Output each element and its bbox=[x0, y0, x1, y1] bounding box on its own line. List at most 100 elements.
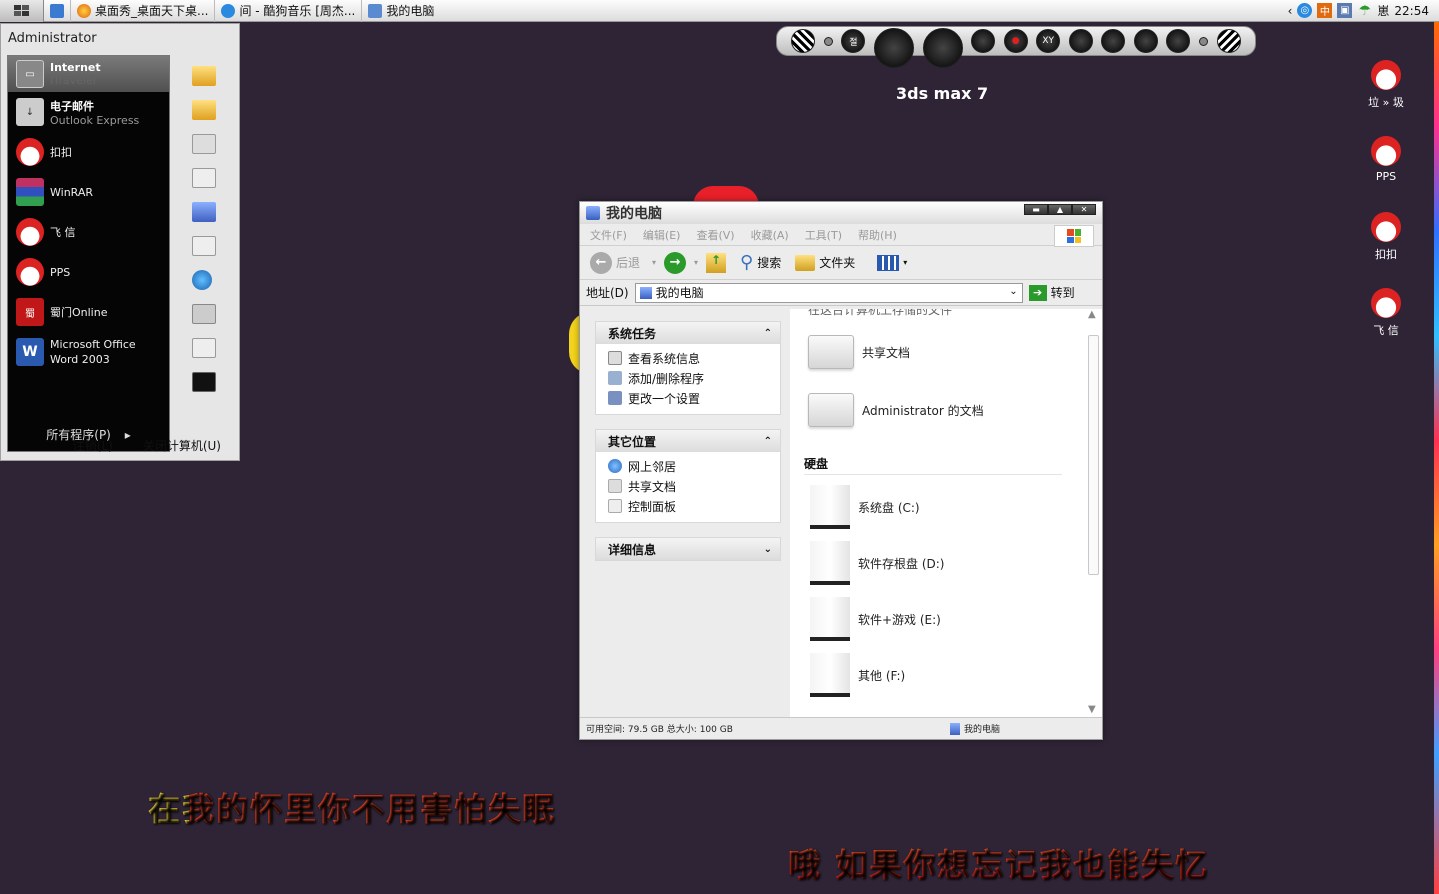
pictures-icon[interactable] bbox=[192, 134, 216, 154]
ime-network-icon[interactable]: ◎ bbox=[1297, 3, 1313, 18]
up-button[interactable]: ↑ bbox=[706, 252, 727, 273]
windows-logo-icon bbox=[13, 4, 29, 16]
taskbar-item-kugou[interactable]: 间 - 酷狗音乐 [周杰... bbox=[214, 0, 361, 22]
start-item-word[interactable]: W Microsoft Office Word 2003 bbox=[8, 332, 169, 372]
dock-icon-app2[interactable] bbox=[873, 28, 914, 68]
taskbar-item-label: 桌面秀_桌面天下桌... bbox=[95, 4, 209, 18]
task-change-setting[interactable]: 更改一个设置 bbox=[596, 388, 780, 408]
task-add-remove-programs[interactable]: 添加/删除程序 bbox=[596, 368, 780, 388]
start-button[interactable] bbox=[0, 0, 44, 22]
network-icon[interactable]: ▣ bbox=[1337, 3, 1353, 18]
dock-icon-app10[interactable] bbox=[1166, 29, 1191, 53]
start-item-shumen[interactable]: 蜀 蜀门Online bbox=[8, 292, 169, 332]
menu-tools[interactable]: 工具(T) bbox=[805, 227, 842, 243]
quicklaunch-ie[interactable] bbox=[44, 0, 70, 22]
place-control-panel[interactable]: 控制面板 bbox=[596, 496, 780, 516]
taskbar-item-mycomputer[interactable]: 我的电脑 bbox=[361, 0, 440, 22]
desktop-icon-recycle-bin[interactable]: 垃 » 圾 bbox=[1360, 60, 1412, 110]
drive-item[interactable]: 系统盘 (C:) bbox=[810, 485, 920, 529]
menu-edit[interactable]: 编辑(E) bbox=[643, 227, 681, 243]
chevron-down-icon[interactable]: ▾ bbox=[652, 258, 656, 267]
dock-icon-app8[interactable] bbox=[1101, 29, 1126, 53]
forward-button[interactable]: → ▾ bbox=[664, 251, 698, 274]
chevron-down-icon[interactable]: ⌄ bbox=[1009, 286, 1017, 297]
menu-favorites[interactable]: 收藏(A) bbox=[751, 227, 789, 243]
folders-button[interactable]: 文件夹 bbox=[795, 254, 855, 271]
taskbar-item-browser[interactable]: 桌面秀_桌面天下桌... bbox=[70, 0, 214, 22]
desktop-icon-pps[interactable]: PPS bbox=[1360, 136, 1412, 183]
dock-icon-app9[interactable] bbox=[1133, 29, 1158, 53]
dock-icon-zebra-right[interactable] bbox=[1216, 29, 1241, 53]
dock-hover-label: 3ds max 7 bbox=[896, 84, 989, 103]
drive-item[interactable]: 软件+游戏 (E:) bbox=[810, 597, 941, 641]
start-item-winrar[interactable]: WinRAR bbox=[8, 172, 169, 212]
start-item-qq[interactable]: 扣扣 bbox=[8, 132, 169, 172]
music-icon[interactable] bbox=[192, 168, 216, 188]
folder-icon bbox=[808, 335, 854, 369]
settings-icon bbox=[608, 391, 622, 405]
scroll-down-icon[interactable]: ▼ bbox=[1088, 704, 1096, 715]
dock-icon-app7[interactable] bbox=[1068, 29, 1093, 53]
desktop-icon-fetion[interactable]: 飞 信 bbox=[1360, 288, 1412, 338]
browser-icon: ▭ bbox=[16, 60, 44, 88]
control-panel-icon[interactable] bbox=[192, 236, 216, 256]
network-globe-icon[interactable] bbox=[192, 270, 212, 290]
address-input[interactable]: 我的电脑 ⌄ bbox=[634, 282, 1023, 303]
task-view-system-info[interactable]: 查看系统信息 bbox=[596, 348, 780, 368]
system-tasks-header[interactable]: 系统任务 ⌃ bbox=[596, 322, 780, 344]
umbrella-icon[interactable]: ☂ bbox=[1357, 3, 1372, 19]
clock[interactable]: 22:54 bbox=[1394, 4, 1429, 18]
logoff-button[interactable]: 注销(L) bbox=[73, 437, 113, 454]
file-item[interactable]: 共享文档 bbox=[808, 335, 910, 369]
collapse-icon[interactable]: ⌃ bbox=[764, 328, 772, 339]
dock-icon-app6[interactable]: XY bbox=[1036, 29, 1061, 53]
my-computer-icon[interactable] bbox=[192, 202, 216, 222]
go-button[interactable]: ➔ 转到 bbox=[1028, 284, 1075, 301]
ime-indicator[interactable]: 中 bbox=[1317, 3, 1333, 18]
start-item-internet[interactable]: ▭ Internet ITraveler bbox=[8, 56, 169, 92]
maximize-button[interactable]: ▲ bbox=[1048, 204, 1072, 215]
menu-file[interactable]: 文件(F) bbox=[590, 227, 627, 243]
run-command-icon[interactable] bbox=[192, 372, 216, 392]
chevron-left-icon[interactable]: ‹ bbox=[1288, 4, 1293, 18]
dock-icon-3dsmax[interactable] bbox=[922, 28, 963, 68]
start-item-fetion[interactable]: 飞 信 bbox=[8, 212, 169, 252]
drive-item[interactable]: 其他 (F:) bbox=[810, 653, 905, 697]
collapse-icon[interactable]: ⌃ bbox=[764, 436, 772, 447]
taskbar: 桌面秀_桌面天下桌... 间 - 酷狗音乐 [周杰... 我的电脑 ‹ ◎ 中 … bbox=[0, 0, 1439, 22]
shutdown-button[interactable]: 关闭计算机(U) bbox=[143, 437, 221, 454]
place-network[interactable]: 网上邻居 bbox=[596, 456, 780, 476]
dock-icon-app1[interactable]: 절 bbox=[841, 29, 866, 53]
scroll-up-icon[interactable]: ▲ bbox=[1088, 309, 1096, 320]
drive-item[interactable]: 软件存根盘 (D:) bbox=[810, 541, 944, 585]
minimize-button[interactable]: ▬ bbox=[1024, 204, 1048, 215]
start-item-email[interactable]: ↓ 电子邮件 Outlook Express bbox=[8, 92, 169, 132]
dock-dot bbox=[1199, 36, 1209, 46]
back-button[interactable]: ← 后退 ▾ bbox=[590, 251, 656, 274]
start-menu-places-panel bbox=[188, 66, 220, 406]
menu-help[interactable]: 帮助(H) bbox=[858, 227, 897, 243]
window-titlebar[interactable]: 我的电脑 ▬ ▲ ✕ bbox=[580, 202, 1102, 224]
folder-icon[interactable] bbox=[192, 100, 216, 120]
search-button[interactable]: ⚲ 搜索 bbox=[740, 252, 781, 273]
documents-icon[interactable] bbox=[192, 66, 216, 86]
start-menu-programs-panel: ▭ Internet ITraveler ↓ 电子邮件 Outlook Expres… bbox=[7, 55, 170, 452]
start-item-pps[interactable]: PPS bbox=[8, 252, 169, 292]
help-icon[interactable] bbox=[192, 338, 216, 358]
chevron-down-icon[interactable]: ▾ bbox=[694, 258, 698, 267]
dock-icon-zebra[interactable] bbox=[791, 29, 816, 53]
desktop-icon-qq[interactable]: 扣扣 bbox=[1360, 212, 1412, 262]
dock-icon-app5[interactable]: ● bbox=[1003, 29, 1028, 53]
other-places-header[interactable]: 其它位置 ⌃ bbox=[596, 430, 780, 452]
views-button[interactable]: ▾ bbox=[877, 254, 907, 271]
printer-icon[interactable] bbox=[192, 304, 216, 324]
expand-icon[interactable]: ⌄ bbox=[764, 544, 772, 555]
close-button[interactable]: ✕ bbox=[1072, 204, 1096, 215]
scrollbar-thumb[interactable] bbox=[1088, 335, 1099, 575]
details-header[interactable]: 详细信息 ⌄ bbox=[596, 538, 780, 560]
vertical-scrollbar[interactable]: ▲ ▼ bbox=[1085, 309, 1102, 717]
file-item[interactable]: Administrator 的文档 bbox=[808, 393, 984, 427]
dock-icon-app4[interactable] bbox=[971, 29, 996, 53]
place-shared-docs[interactable]: 共享文档 bbox=[596, 476, 780, 496]
menu-view[interactable]: 查看(V) bbox=[696, 227, 734, 243]
